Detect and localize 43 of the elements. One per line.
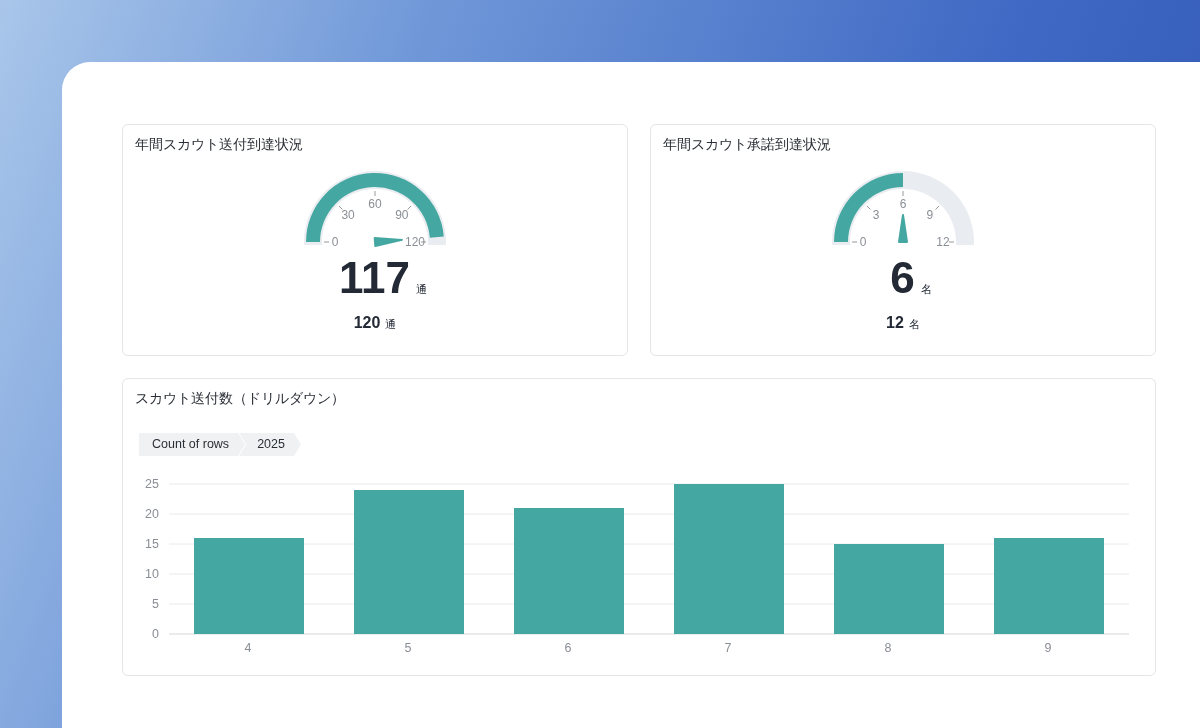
gauge-value: 6 <box>890 254 915 302</box>
bar[interactable] <box>674 484 784 634</box>
target-unit: 名 <box>908 317 920 332</box>
gauge-value: 117 <box>339 254 410 302</box>
value-unit: 通 <box>416 282 427 297</box>
value-unit: 名 <box>920 282 932 297</box>
x-axis-label: 5 <box>404 641 412 655</box>
bar[interactable] <box>994 538 1104 634</box>
breadcrumb-item[interactable]: Count of rows <box>139 433 246 456</box>
gauge-tick-label: 12 <box>936 235 950 248</box>
x-axis-label: 7 <box>724 641 732 655</box>
gauge-tick-label: 60 <box>368 197 382 211</box>
breadcrumb-item[interactable]: 2025 <box>239 433 301 456</box>
bar[interactable] <box>194 538 304 634</box>
gauge-tick-label: 0 <box>859 235 867 248</box>
gauge-tick-label: 9 <box>926 208 934 223</box>
target-unit: 通 <box>385 317 397 332</box>
x-axis-label: 9 <box>1044 641 1052 655</box>
gauge-tick-label: 0 <box>331 235 339 248</box>
bar[interactable] <box>514 508 624 634</box>
y-axis-label: 25 <box>145 477 159 491</box>
gauge-tick-label: 120 <box>405 235 425 248</box>
card-title: 年間スカウト承諾到達状況 <box>663 136 831 154</box>
card-title: スカウト送付数（ドリルダウン） <box>135 390 345 408</box>
target-value: 12 <box>886 314 904 332</box>
gauge-tick-label: 6 <box>899 197 907 211</box>
bar[interactable] <box>834 544 944 634</box>
gauge-tick-label: 30 <box>341 208 355 223</box>
x-axis-label: 4 <box>244 641 252 655</box>
gauge-needle <box>373 237 403 247</box>
gauge-tick-label: 90 <box>395 208 409 223</box>
y-axis-label: 15 <box>145 537 159 551</box>
x-axis-label: 8 <box>884 641 892 655</box>
y-axis-label: 10 <box>145 567 159 581</box>
y-axis-label: 5 <box>152 597 159 611</box>
target-value: 120 <box>353 314 381 332</box>
card-title: 年間スカウト送付到達状況 <box>135 136 303 154</box>
x-axis-label: 6 <box>564 641 572 655</box>
bar[interactable] <box>354 490 464 634</box>
gauge-needle <box>898 214 908 243</box>
y-axis-label: 20 <box>145 507 159 521</box>
gauge-tick-label: 3 <box>872 208 880 223</box>
y-axis-label: 0 <box>152 627 159 641</box>
